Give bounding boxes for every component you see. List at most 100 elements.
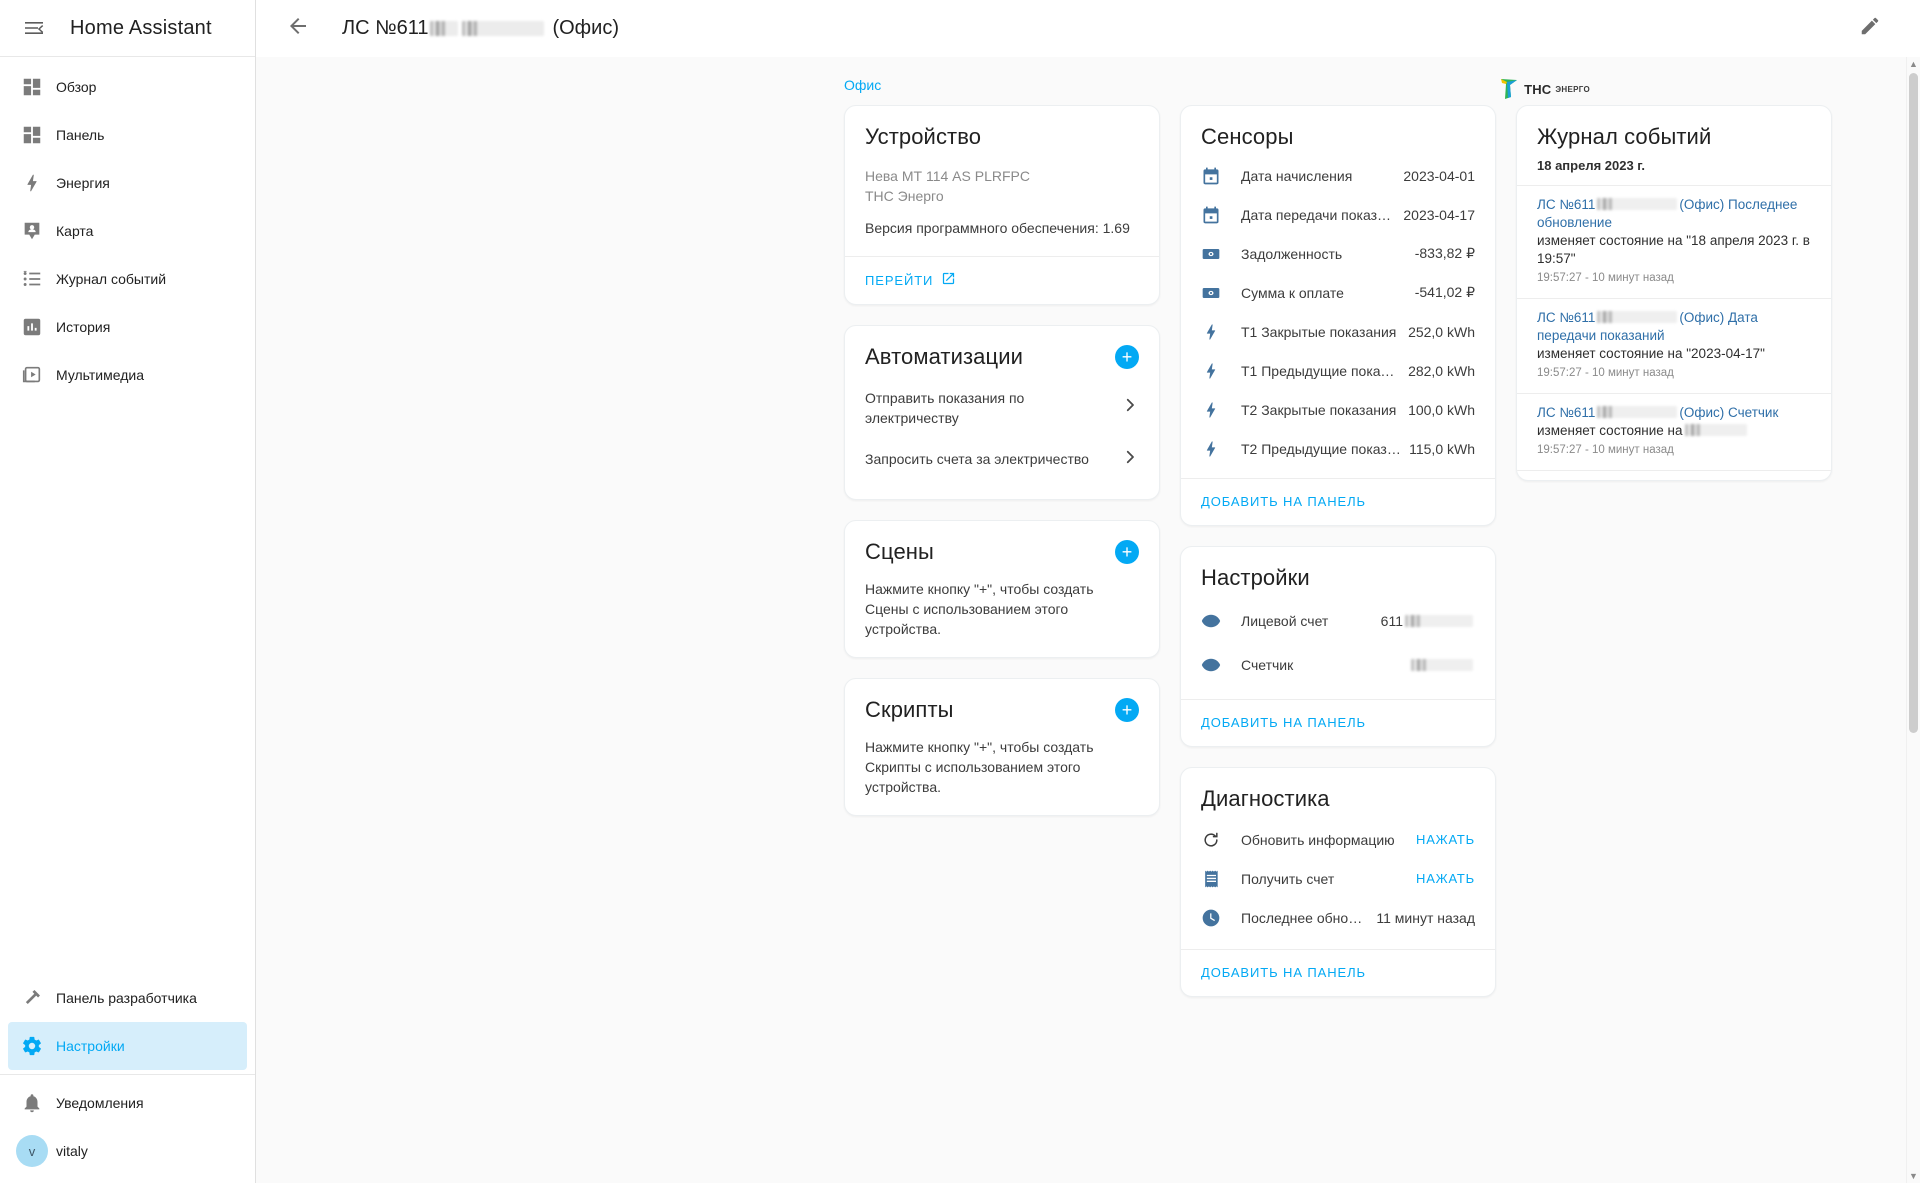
automations-list: Отправить показания по электричеству Зап… bbox=[865, 378, 1139, 481]
automation-item[interactable]: Отправить показания по электричеству bbox=[865, 378, 1139, 438]
view-dashboard-icon bbox=[8, 63, 56, 111]
eye-icon bbox=[1201, 655, 1241, 675]
chart-box-icon bbox=[8, 303, 56, 351]
diagnostics-row[interactable]: Последнее обнов… 11 минут назад bbox=[1201, 898, 1475, 937]
sidebar-item-media[interactable]: Мультимедиа bbox=[8, 351, 247, 399]
sensor-row[interactable]: T1 Предыдущие показ… 282,0 kWh bbox=[1201, 351, 1475, 390]
device-model: Нева МТ 114 AS PLRFPC bbox=[865, 168, 1030, 184]
hammer-icon bbox=[8, 974, 56, 1022]
add-scene-button[interactable]: + bbox=[1115, 539, 1139, 564]
logbook-entry[interactable]: ЛС №611 (Офис) Дата передачи показаний из… bbox=[1517, 298, 1831, 393]
format-list-icon bbox=[8, 255, 56, 303]
sensor-value: -833,82 ₽ bbox=[1414, 245, 1475, 261]
logbook-entry-name[interactable]: ЛС №611 (Офис) Счетчик bbox=[1537, 404, 1811, 422]
sidebar-nav: Обзор Панель Энергия Карта Журнал событи… bbox=[0, 57, 255, 399]
column-right: Журнал событий 18 апреля 2023 г. ЛС №611… bbox=[1516, 105, 1832, 481]
sidebar-item-label: vitaly bbox=[56, 1143, 88, 1159]
visit-device-button[interactable]: ПЕРЕЙТИ bbox=[865, 271, 956, 289]
add-automation-button[interactable]: + bbox=[1115, 344, 1139, 369]
top-toolbar: ЛС №611 (Офис) bbox=[256, 0, 1920, 57]
sensor-row[interactable]: T2 Закрытые показания 100,0 kWh bbox=[1201, 390, 1475, 429]
diagnostics-row[interactable]: Обновить информацию НАЖАТЬ bbox=[1201, 820, 1475, 859]
sensor-value: 100,0 kWh bbox=[1408, 401, 1475, 418]
content-inner: Офис ТНС ЭНЕРГО Устройство Нева МТ 114 A… bbox=[256, 57, 1920, 1183]
sidebar-item-overview[interactable]: Обзор bbox=[8, 63, 247, 111]
sensor-name: Дата передачи показ… bbox=[1241, 206, 1392, 223]
logbook-entry[interactable]: ЛС №611 (Офис) Счетчик изменяет состояние… bbox=[1517, 393, 1831, 470]
add-script-button[interactable]: + bbox=[1115, 697, 1139, 722]
device-manufacturer: ТНС Энерго bbox=[865, 188, 944, 204]
logbook-entry-time: 19:57:27 - 10 минут назад bbox=[1537, 367, 1674, 379]
sidebar-item-settings[interactable]: Настройки bbox=[8, 1022, 247, 1070]
device-card-footer: ПЕРЕЙТИ bbox=[845, 256, 1159, 304]
brand-sub: ЭНЕРГО bbox=[1555, 84, 1590, 94]
sensor-row[interactable]: T1 Закрытые показания 252,0 kWh bbox=[1201, 312, 1475, 351]
scripts-card: Скрипты + Нажмите кнопку "+", чтобы созд… bbox=[844, 677, 1160, 816]
redacted-account-number bbox=[430, 21, 459, 36]
lightning-bolt-icon bbox=[1201, 322, 1241, 342]
sidebar-item-user[interactable]: v vitaly bbox=[8, 1127, 247, 1175]
sidebar-item-label: Карта bbox=[56, 223, 94, 239]
diagnostics-card-body: Диагностика Обновить информацию НАЖАТЬ П… bbox=[1181, 768, 1495, 949]
sensor-value: 115,0 kWh bbox=[1409, 440, 1475, 457]
settings-list: Лицевой счет 611 Счетчик bbox=[1201, 599, 1475, 687]
automations-card-body: Автоматизации + Отправить показания по э… bbox=[845, 326, 1159, 499]
back-button[interactable] bbox=[274, 5, 322, 53]
get-invoice-press-button[interactable]: НАЖАТЬ bbox=[1416, 871, 1475, 886]
diagnostics-name: Последнее обнов… bbox=[1241, 909, 1370, 926]
scripts-header: Скрипты + bbox=[865, 697, 1139, 723]
scripts-card-title: Скрипты bbox=[865, 696, 954, 722]
content-scroll-area[interactable]: Офис ТНС ЭНЕРГО Устройство Нева МТ 114 A… bbox=[256, 57, 1920, 1183]
settings-card-footer: ДОБАВИТЬ НА ПАНЕЛЬ bbox=[1181, 699, 1495, 746]
add-diagnostics-to-dashboard-button[interactable]: ДОБАВИТЬ НА ПАНЕЛЬ bbox=[1201, 965, 1366, 980]
sidebar-item-panel[interactable]: Панель bbox=[8, 111, 247, 159]
scroll-up-arrow-icon[interactable]: ▲ bbox=[1909, 59, 1918, 69]
breadcrumb[interactable]: Офис bbox=[844, 77, 881, 93]
sensor-value: 2023-04-01 bbox=[1403, 167, 1475, 184]
diagnostics-card: Диагностика Обновить информацию НАЖАТЬ П… bbox=[1180, 767, 1496, 997]
scroll-down-arrow-icon[interactable]: ▼ bbox=[1909, 1171, 1918, 1181]
sensor-row[interactable]: T2 Предыдущие показ… 115,0 kWh bbox=[1201, 429, 1475, 468]
diagnostics-card-footer: ДОБАВИТЬ НА ПАНЕЛЬ bbox=[1181, 949, 1495, 996]
sensor-row[interactable]: Дата передачи показ… 2023-04-17 bbox=[1201, 195, 1475, 234]
sidebar-item-energy[interactable]: Энергия bbox=[8, 159, 247, 207]
sidebar-divider bbox=[0, 1074, 255, 1075]
add-sensors-to-dashboard-button[interactable]: ДОБАВИТЬ НА ПАНЕЛЬ bbox=[1201, 494, 1366, 509]
add-settings-to-dashboard-button[interactable]: ДОБАВИТЬ НА ПАНЕЛЬ bbox=[1201, 715, 1366, 730]
column-middle: Сенсоры Дата начисления 2023-04-01 Дата … bbox=[1180, 105, 1496, 997]
sensor-row[interactable]: Сумма к оплате -541,02 ₽ bbox=[1201, 273, 1475, 312]
sensor-name: Сумма к оплате bbox=[1241, 284, 1344, 301]
settings-value: 611 bbox=[1381, 613, 1475, 629]
settings-row[interactable]: Лицевой счет 611 bbox=[1201, 599, 1475, 643]
sidebar-item-logbook[interactable]: Журнал событий bbox=[8, 255, 247, 303]
logbook-entry-name[interactable]: ЛС №611 (Офис) Последнее обновление bbox=[1537, 196, 1811, 232]
sensors-card-body: Сенсоры Дата начисления 2023-04-01 Дата … bbox=[1181, 106, 1495, 478]
settings-row[interactable]: Счетчик bbox=[1201, 643, 1475, 687]
automation-item-label: Отправить показания по электричеству bbox=[865, 389, 1025, 426]
sensor-row[interactable]: Задолженность -833,82 ₽ bbox=[1201, 234, 1475, 273]
sidebar-item-developer-tools[interactable]: Панель разработчика bbox=[8, 974, 247, 1022]
logbook-entry-name[interactable]: ЛС №611 (Офис) Дата передачи показаний bbox=[1537, 309, 1811, 345]
page-scrollbar-thumb[interactable] bbox=[1909, 73, 1918, 733]
sidebar-item-map[interactable]: Карта bbox=[8, 207, 247, 255]
logbook-entry[interactable]: ЛС №611(Офис) Дата начисления изменяет с… bbox=[1517, 470, 1831, 480]
sidebar-item-label: Панель bbox=[56, 127, 105, 143]
sidebar-item-notifications[interactable]: Уведомления bbox=[8, 1079, 247, 1127]
diagnostics-name: Обновить информацию bbox=[1241, 831, 1395, 848]
sensor-row[interactable]: Дата начисления 2023-04-01 bbox=[1201, 156, 1475, 195]
calendar-icon bbox=[1201, 166, 1241, 186]
diagnostics-row[interactable]: Получить счет НАЖАТЬ bbox=[1201, 859, 1475, 898]
logbook-entry[interactable]: ЛС №611 (Офис) Последнее обновление измен… bbox=[1517, 185, 1831, 298]
page-scrollbar[interactable]: ▲ ▼ bbox=[1906, 57, 1920, 1183]
automation-item[interactable]: Запросить счета за электричество bbox=[865, 438, 1139, 481]
sidebar-item-history[interactable]: История bbox=[8, 303, 247, 351]
visit-device-label: ПЕРЕЙТИ bbox=[865, 272, 934, 288]
menu-collapse-icon[interactable] bbox=[10, 4, 58, 52]
device-card: Устройство Нева МТ 114 AS PLRFPC ТНС Эне… bbox=[844, 105, 1160, 305]
sensor-name: T2 Предыдущие показ… bbox=[1241, 440, 1401, 457]
logbook-scroll-body[interactable]: 18 апреля 2023 г. ЛС №611 (Офис) Последне… bbox=[1517, 150, 1831, 480]
sensors-card-title: Сенсоры bbox=[1201, 124, 1294, 149]
edit-button[interactable] bbox=[1846, 5, 1894, 53]
refresh-press-button[interactable]: НАЖАТЬ bbox=[1416, 832, 1475, 847]
logbook-entry-time: 19:57:27 - 10 минут назад bbox=[1537, 444, 1674, 456]
